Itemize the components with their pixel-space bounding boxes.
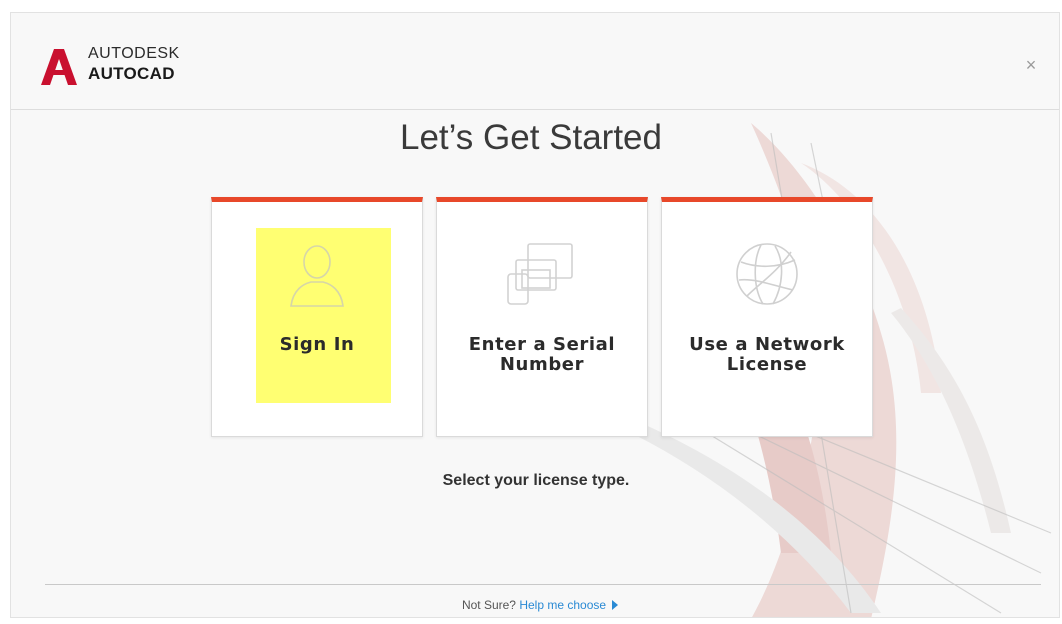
footer-divider: [45, 584, 1041, 585]
card-label-line: License: [726, 354, 808, 375]
user-silhouette-icon: [290, 245, 344, 307]
sign-in-label: Sign In: [212, 335, 422, 355]
brand-name: AUTODESK: [88, 45, 180, 62]
product-name: AUTOCAD: [88, 64, 175, 83]
card-label-line: Enter a Serial: [468, 334, 616, 355]
footer-prefix: Not Sure?: [461, 598, 516, 612]
page-title: Let’s Get Started: [399, 118, 662, 157]
card-label-line: Sign In: [279, 334, 355, 355]
close-icon[interactable]: ×: [1021, 55, 1041, 75]
network-license-label: Use a Network License: [662, 335, 872, 375]
devices-icon: [507, 243, 573, 305]
footer: Not Sure? Help me choose: [0, 598, 1062, 612]
network-license-card[interactable]: Use a Network License: [661, 197, 873, 437]
help-me-choose-link[interactable]: Help me choose: [519, 598, 606, 612]
card-label-line: Number: [499, 354, 585, 375]
card-label-line: Use a Network: [689, 334, 845, 355]
serial-number-label: Enter a Serial Number: [437, 335, 647, 375]
dialog-header: AUTODESK AUTOCAD ×: [11, 13, 1059, 110]
chevron-right-icon[interactable]: [612, 600, 619, 610]
globe-network-icon: [736, 243, 798, 305]
autocad-logo-icon: [41, 49, 77, 85]
serial-number-card[interactable]: Enter a Serial Number: [436, 197, 648, 437]
license-type-prompt: Select your license type.: [442, 472, 630, 489]
sign-in-card[interactable]: Sign In: [211, 197, 423, 437]
